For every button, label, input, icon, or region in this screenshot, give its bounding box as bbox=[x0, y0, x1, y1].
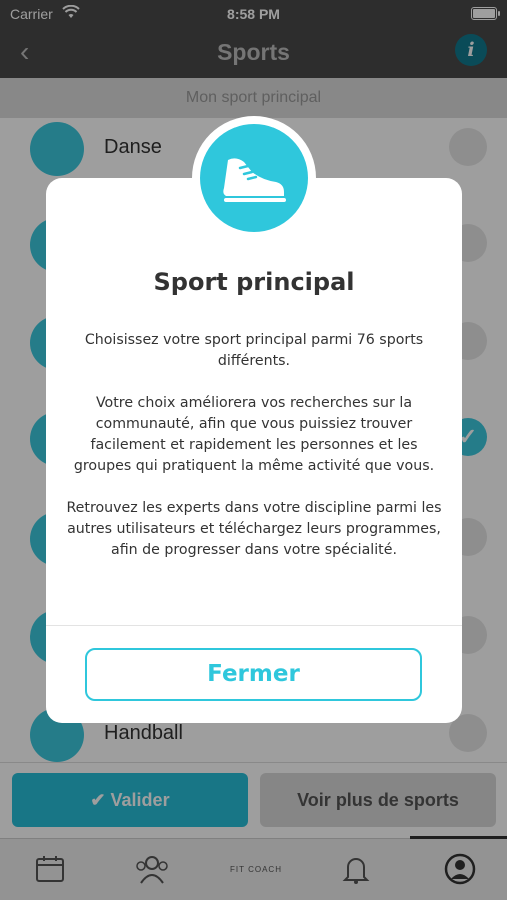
dialog-paragraph: Choisissez votre sport principal parmi 7… bbox=[84, 332, 424, 369]
divider bbox=[46, 625, 462, 626]
dialog-paragraph: Retrouvez les experts dans votre discipl… bbox=[66, 500, 442, 558]
info-dialog: Sport principal Choisissez votre sport p… bbox=[46, 178, 462, 723]
dialog-paragraph: Votre choix améliorera vos recherches su… bbox=[73, 395, 435, 474]
dialog-body: Choisissez votre sport principal parmi 7… bbox=[64, 330, 444, 582]
close-button[interactable]: Fermer bbox=[85, 648, 422, 701]
running-shoe-icon bbox=[200, 124, 308, 232]
dialog-title: Sport principal bbox=[153, 268, 355, 296]
